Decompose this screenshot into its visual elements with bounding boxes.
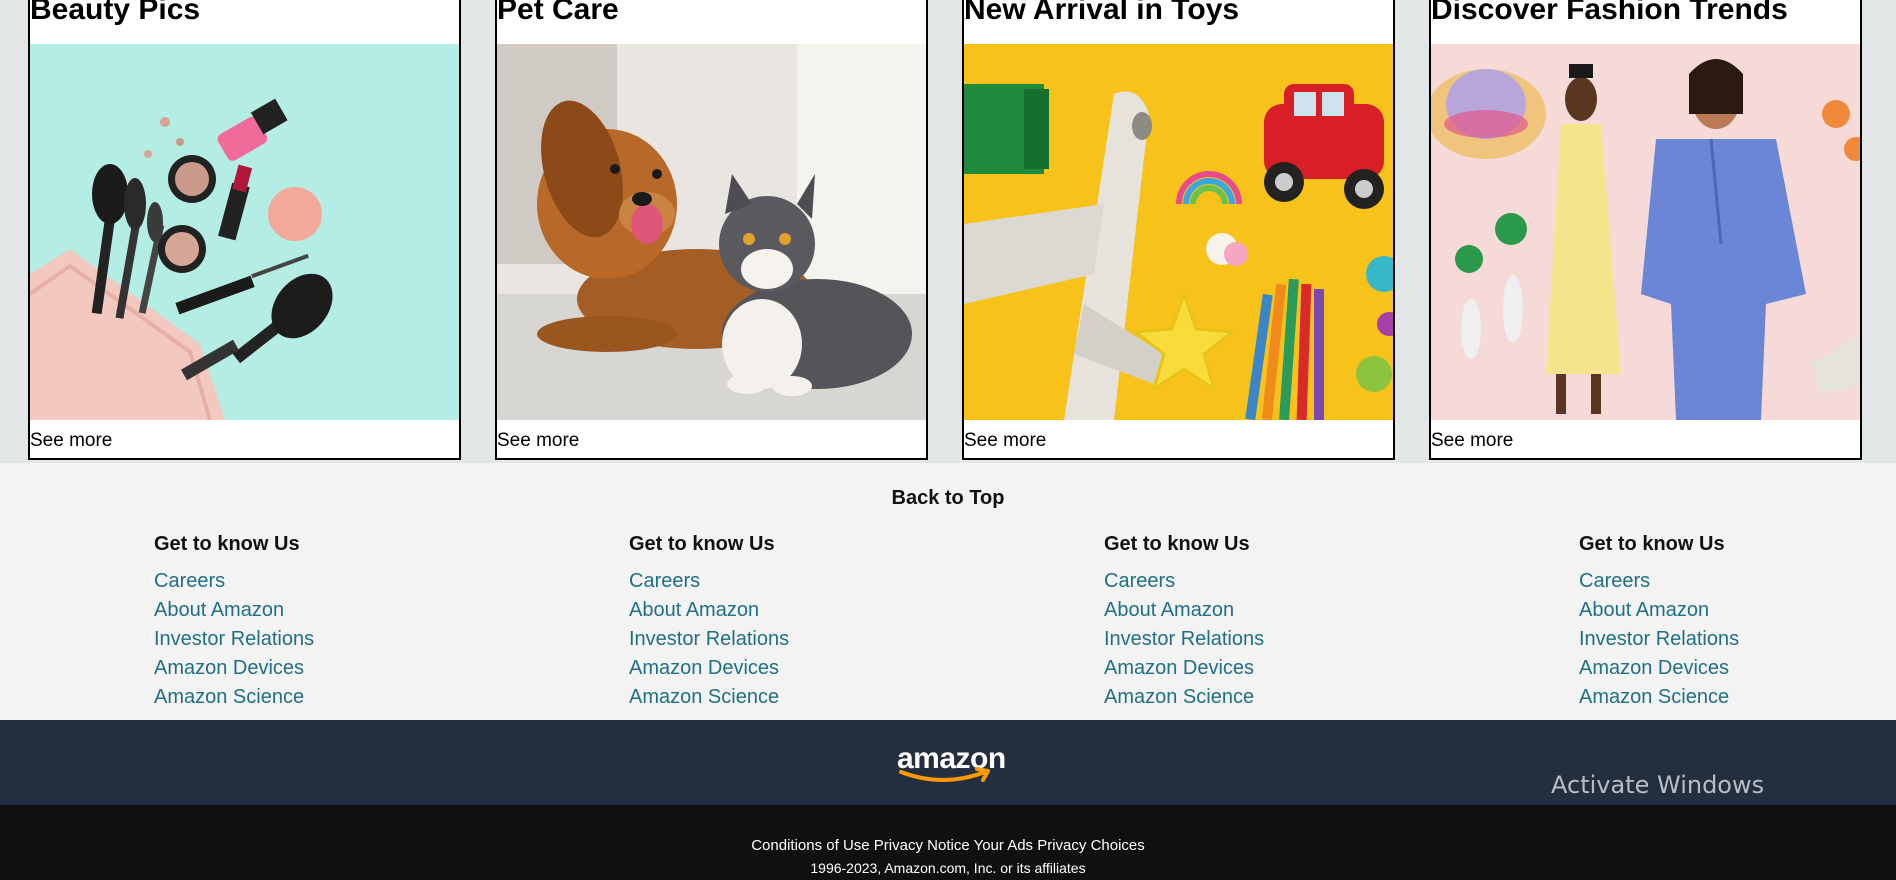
column-heading: Get to know Us [154,533,300,555]
back-to-top-link[interactable]: Back to Top [0,487,1896,510]
investor-relations-link[interactable]: Investor Relations [1104,625,1264,654]
careers-link[interactable]: Careers [154,567,314,596]
amazon-science-link[interactable]: Amazon Science [154,683,314,712]
footer-column-1: Get to know Us Careers About Amazon Inve… [154,533,314,712]
amazon-devices-link[interactable]: Amazon Devices [1579,654,1739,683]
careers-link[interactable]: Careers [1579,567,1739,596]
bottom-bar: Conditions of Use Privacy Notice Your Ad… [0,805,1896,880]
see-more-link[interactable]: See more [964,430,1046,452]
amazon-devices-link[interactable]: Amazon Devices [1104,654,1264,683]
amazon-science-link[interactable]: Amazon Science [1104,683,1264,712]
see-more-link[interactable]: See more [30,430,112,452]
card-title: Beauty Pics [30,0,201,26]
amazon-science-link[interactable]: Amazon Science [629,683,789,712]
see-more-link[interactable]: See more [497,430,579,452]
about-amazon-link[interactable]: About Amazon [154,596,314,625]
about-amazon-link[interactable]: About Amazon [629,596,789,625]
card-title: Pet Care [497,0,619,26]
card-title: New Arrival in Toys [964,0,1240,26]
logo-band: amazon Activate Windows Go to Settings t… [0,720,1896,823]
makeup-products-image[interactable] [30,44,459,420]
toys-image[interactable] [964,44,1393,420]
conditions-of-use-link[interactable]: Conditions of Use [751,837,869,854]
column-heading: Get to know Us [1104,533,1250,555]
column-heading: Get to know Us [1579,533,1725,555]
card-pet-care[interactable]: Pet Care See more [495,0,928,460]
watermark-title: Activate Windows [1551,771,1765,799]
amazon-logo[interactable]: amazon [893,744,1006,784]
about-amazon-link[interactable]: About Amazon [1579,596,1739,625]
smile-arrow-icon [899,767,990,782]
card-title: Discover Fashion Trends [1431,0,1788,26]
privacy-notice-link[interactable]: Privacy Notice [874,837,970,854]
card-new-arrival-toys[interactable]: New Arrival in Toys See more [962,0,1395,460]
footer-column-2: Get to know Us Careers About Amazon Inve… [629,533,789,712]
investor-relations-link[interactable]: Investor Relations [1579,625,1739,654]
fashion-models-image[interactable] [1431,44,1860,420]
investor-relations-link[interactable]: Investor Relations [629,625,789,654]
legal-links: Conditions of Use Privacy Notice Your Ad… [0,837,1896,855]
page: Beauty Pics See more Pet Care See more N… [0,0,1896,880]
card-discover-fashion-trends[interactable]: Discover Fashion Trends See more [1429,0,1862,460]
about-amazon-link[interactable]: About Amazon [1104,596,1264,625]
ads-privacy-choices-link[interactable]: Your Ads Privacy Choices [974,837,1145,854]
footer-column-4: Get to know Us Careers About Amazon Inve… [1579,533,1739,712]
copyright-text: 1996-2023, Amazon.com, Inc. or its affil… [810,860,1086,876]
amazon-devices-link[interactable]: Amazon Devices [629,654,789,683]
card-beauty-pics[interactable]: Beauty Pics See more [28,0,461,460]
amazon-science-link[interactable]: Amazon Science [1579,683,1739,712]
column-heading: Get to know Us [629,533,775,555]
careers-link[interactable]: Careers [629,567,789,596]
footer-column-3: Get to know Us Careers About Amazon Inve… [1104,533,1264,712]
see-more-link[interactable]: See more [1431,430,1513,452]
footer-links-section: Back to Top Get to know Us Careers About… [0,463,1896,720]
amazon-devices-link[interactable]: Amazon Devices [154,654,314,683]
category-cards: Beauty Pics See more Pet Care See more N… [0,0,1896,463]
dog-and-cat-image[interactable] [497,44,926,420]
investor-relations-link[interactable]: Investor Relations [154,625,314,654]
careers-link[interactable]: Careers [1104,567,1264,596]
